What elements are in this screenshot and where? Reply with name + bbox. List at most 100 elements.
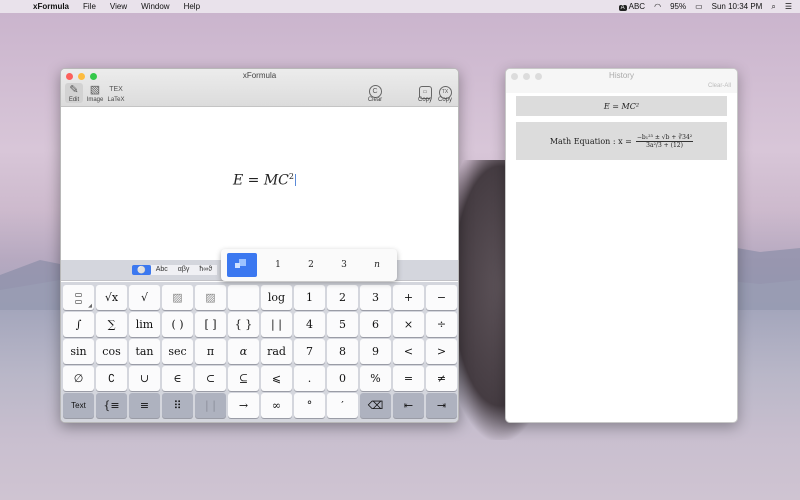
key-superscript[interactable]: ▨	[162, 285, 193, 310]
clear-all-button[interactable]: Clear-All	[708, 83, 731, 89]
menubar-clock[interactable]: Sun 10:34 PM	[712, 2, 763, 11]
key-8[interactable]: 8	[327, 339, 358, 364]
key-greater-than[interactable]: >	[426, 339, 457, 364]
key-nth-root[interactable]: √x	[96, 285, 127, 310]
key-multiply[interactable]: ×	[393, 312, 424, 337]
mode-greek[interactable]: αβγ	[172, 265, 195, 275]
key-empty-set[interactable]: ∅	[63, 366, 94, 391]
popup-item-1[interactable]: 1	[266, 260, 290, 270]
formula-display[interactable]: E = MC2	[233, 172, 296, 189]
menu-app[interactable]: xFormula	[26, 2, 76, 11]
battery-percent: 95%	[670, 2, 687, 11]
xformula-window: xFormula ✎ Edit ▧ Image TEX LaTeX C Clea…	[60, 68, 459, 423]
key-subset[interactable]: ⊂	[195, 366, 226, 391]
key-move-right[interactable]: ⇥	[426, 393, 457, 418]
key-arrow[interactable]: →	[228, 393, 259, 418]
key-7[interactable]: 7	[294, 339, 325, 364]
key-lines[interactable]: ≡	[129, 393, 160, 418]
key-move-left[interactable]: ⇤	[393, 393, 424, 418]
notification-center-icon[interactable]: ☰	[785, 2, 792, 11]
menu-file[interactable]: File	[76, 2, 103, 11]
key-subset-eq[interactable]: ⊆	[228, 366, 259, 391]
spotlight-search-icon[interactable]: ⌕	[771, 2, 775, 12]
key-infinity[interactable]: ∞	[261, 393, 292, 418]
key-text[interactable]: Text	[63, 393, 94, 418]
key-percent[interactable]: %	[360, 366, 391, 391]
clear-button[interactable]: C Clear	[366, 83, 384, 103]
key-9[interactable]: 9	[360, 339, 391, 364]
latex-button[interactable]: TEX LaTeX	[107, 83, 125, 103]
key-not-equal[interactable]: ≠	[426, 366, 457, 391]
key-bars[interactable]: | |	[195, 393, 226, 418]
key-backspace[interactable]: ⌫	[360, 393, 391, 418]
key-2[interactable]: 2	[327, 285, 358, 310]
key-limit[interactable]: lim	[129, 312, 160, 337]
key-0[interactable]: 0	[327, 366, 358, 391]
key-parentheses[interactable]: ( )	[162, 312, 193, 337]
history-entry[interactable]: Math Equation : x = −b₁²³ ± √b + ∛34² 3a…	[516, 122, 727, 160]
key-cases[interactable]: {≡	[96, 393, 127, 418]
copy-image-button[interactable]: ▭ Copy	[416, 83, 434, 103]
key-6[interactable]: 6	[360, 312, 391, 337]
menu-view[interactable]: View	[103, 2, 134, 11]
key-sec[interactable]: sec	[162, 339, 193, 364]
popup-item-square-icon[interactable]	[227, 253, 257, 277]
key-cos[interactable]: cos	[96, 339, 127, 364]
edit-button[interactable]: ✎ Edit	[65, 83, 83, 103]
key-complement[interactable]: ∁	[96, 366, 127, 391]
key-minus[interactable]: −	[426, 285, 457, 310]
text-caret	[295, 173, 296, 186]
key-degree[interactable]: °	[294, 393, 325, 418]
key-less-than[interactable]: <	[393, 339, 424, 364]
key-union[interactable]: ∪	[129, 366, 160, 391]
popup-item-n[interactable]: n	[365, 260, 389, 270]
key-alpha[interactable]: α	[228, 339, 259, 364]
key-divide[interactable]: ÷	[426, 312, 457, 337]
key-log[interactable]: log	[261, 285, 292, 310]
key-braces[interactable]: { }	[228, 312, 259, 337]
key-matrix[interactable]: ⠿	[162, 393, 193, 418]
wifi-icon[interactable]: ◠	[654, 2, 661, 11]
toolbar-left: ✎ Edit ▧ Image TEX LaTeX	[65, 83, 125, 103]
popup-item-3[interactable]: 3	[332, 260, 356, 270]
key-subscript[interactable]: ▨	[195, 285, 226, 310]
popup-item-2[interactable]: 2	[299, 260, 323, 270]
key-tan[interactable]: tan	[129, 339, 160, 364]
key-absolute[interactable]: | |	[261, 312, 292, 337]
key-fraction[interactable]: ▭ ▭ ◢	[63, 285, 94, 310]
key-blank[interactable]	[228, 285, 259, 310]
copy-latex-button[interactable]: TX Copy	[436, 83, 454, 103]
key-sqrt[interactable]: √	[129, 285, 160, 310]
key-5[interactable]: 5	[327, 312, 358, 337]
input-source-label: ABC	[628, 2, 646, 11]
key-brackets[interactable]: [ ]	[195, 312, 226, 337]
key-equals[interactable]: =	[393, 366, 424, 391]
key-integral[interactable]: ∫	[63, 312, 94, 337]
formula-editor[interactable]: E = MC2	[61, 108, 458, 260]
key-3[interactable]: 3	[360, 285, 391, 310]
key-plus[interactable]: +	[393, 285, 424, 310]
menu-bar: xFormula File View Window Help A ABC ◠ 95…	[0, 0, 800, 13]
key-decimal[interactable]: .	[294, 366, 325, 391]
image-button[interactable]: ▧ Image	[86, 83, 104, 103]
key-element-of[interactable]: ∈	[162, 366, 193, 391]
history-entry[interactable]: E = MC²	[516, 96, 727, 116]
mode-symbols[interactable]: ⚪	[132, 265, 151, 275]
history-title: History	[609, 71, 634, 80]
key-pi[interactable]: π	[195, 339, 226, 364]
key-sin[interactable]: sin	[63, 339, 94, 364]
key-rad[interactable]: rad	[261, 339, 292, 364]
input-source[interactable]: A ABC	[618, 2, 646, 11]
menu-help[interactable]: Help	[177, 2, 207, 11]
mode-abc[interactable]: Abc	[150, 265, 173, 275]
battery-icon[interactable]: ▭	[695, 2, 703, 11]
menu-window[interactable]: Window	[134, 2, 176, 11]
key-1[interactable]: 1	[294, 285, 325, 310]
key-sum[interactable]: ∑	[96, 312, 127, 337]
image-icon: ▧	[89, 84, 101, 96]
mode-special[interactable]: ħ∞ϑ	[194, 265, 218, 275]
key-4[interactable]: 4	[294, 312, 325, 337]
keypad-row: sin cos tan sec π α rad 7 8 9 < >	[63, 339, 458, 364]
key-leq[interactable]: ⩽	[261, 366, 292, 391]
key-prime[interactable]: ′	[327, 393, 358, 418]
